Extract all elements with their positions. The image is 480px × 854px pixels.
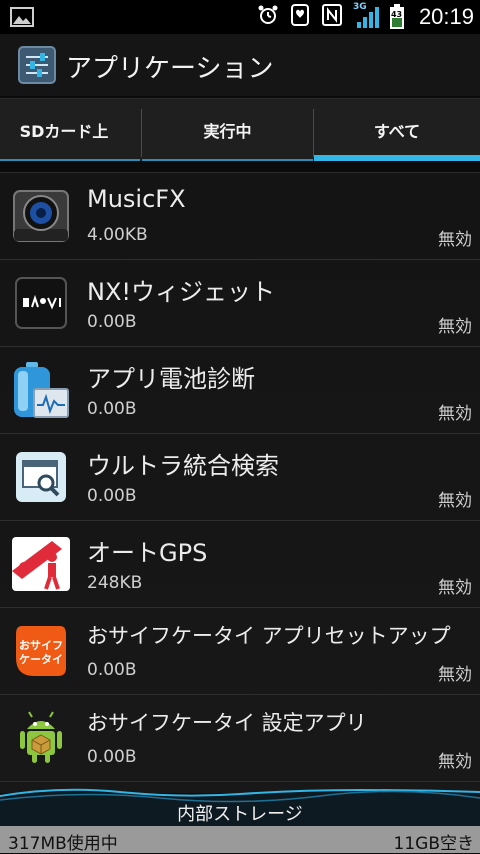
app-name: オートGPS <box>87 539 208 567</box>
osaifu-icon-text-1: おサイフ <box>19 639 63 652</box>
app-list-item[interactable]: おサイフ ケータイ おサイフケータイ アプリセットアップ 0.00B 無効 <box>0 608 480 695</box>
storage-free: 11GB空き <box>393 834 474 854</box>
app-size: 0.00B <box>87 747 137 767</box>
app-list-item[interactable]: オートGPS 248KB 無効 <box>0 521 480 608</box>
osaifu-keitai-icon: おサイフ ケータイ <box>12 622 70 680</box>
app-list-item[interactable]: MusicFX 4.00KB 無効 <box>0 173 480 260</box>
battery-diagnosis-icon <box>12 361 70 419</box>
app-size: 248KB <box>87 573 143 593</box>
app-name: ウルトラ統合検索 <box>87 452 279 480</box>
app-list-item[interactable]: NX!ウィジェット 0.00B 無効 <box>0 260 480 347</box>
app-name: MusicFX <box>87 185 186 213</box>
signal-3g-icon: 3G <box>353 2 379 30</box>
tab-indicator-active <box>314 155 480 161</box>
app-list-item[interactable]: おサイフケータイ 設定アプリ 0.00B 無効 <box>0 695 480 782</box>
app-size: 0.00B <box>87 312 137 332</box>
storage-used: 317MB使用中 <box>8 834 118 854</box>
action-bar: アプリケーション <box>0 34 480 96</box>
speaker-icon <box>12 187 70 245</box>
app-size: 0.00B <box>87 660 137 680</box>
app-status: 無効 <box>438 230 472 250</box>
nfc-icon <box>321 3 343 31</box>
app-status: 無効 <box>438 578 472 598</box>
alarm-icon <box>257 4 279 30</box>
tab-all[interactable]: すべて <box>314 99 480 161</box>
tab-indicator <box>142 159 313 161</box>
tab-bar: SDカード上 実行中 すべて <box>0 98 480 161</box>
status-clock: 20:19 <box>418 4 474 29</box>
app-size: 4.00KB <box>87 225 148 245</box>
page-title: アプリケーション <box>66 54 274 84</box>
storage-panel: 内部ストレージ 317MB使用中 11GB空き <box>0 778 480 854</box>
app-size: 0.00B <box>87 399 137 419</box>
app-status: 無効 <box>438 404 472 424</box>
status-bar: 3G 43 20:19 <box>0 0 480 34</box>
app-list-item[interactable]: アプリ電池診断 0.00B 無効 <box>0 347 480 434</box>
auto-gps-icon <box>12 535 70 593</box>
app-status: 無効 <box>438 317 472 337</box>
settings-sliders-icon[interactable] <box>18 46 56 84</box>
gallery-notification-icon <box>10 7 34 31</box>
tab-running[interactable]: 実行中 <box>142 99 313 161</box>
app-status: 無効 <box>438 491 472 511</box>
app-list[interactable]: MusicFX 4.00KB 無効 NX!ウィジェット 0.00B 無効 アプリ… <box>0 172 480 793</box>
tab-indicator <box>0 159 140 161</box>
app-list-item[interactable]: ウルトラ統合検索 0.00B 無効 <box>0 434 480 521</box>
app-name: NX!ウィジェット <box>87 278 276 306</box>
app-status: 無効 <box>438 665 472 685</box>
storage-label: 内部ストレージ <box>177 804 303 825</box>
battery-icon: 43 <box>389 4 405 30</box>
search-window-icon <box>12 448 70 506</box>
app-name: おサイフケータイ 設定アプリ <box>87 711 367 735</box>
heart-monitor-icon <box>289 3 311 31</box>
android-icon <box>12 709 70 767</box>
app-status: 無効 <box>438 752 472 772</box>
osaifu-icon-text-2: ケータイ <box>19 653 63 666</box>
storage-usage-bar: 317MB使用中 11GB空き <box>0 826 480 854</box>
nx-widget-icon <box>12 274 70 332</box>
app-size: 0.00B <box>87 486 137 506</box>
app-name: アプリ電池診断 <box>87 365 255 393</box>
app-name: おサイフケータイ アプリセットアップ <box>87 624 451 648</box>
tab-sd-card[interactable]: SDカード上 <box>0 99 140 161</box>
